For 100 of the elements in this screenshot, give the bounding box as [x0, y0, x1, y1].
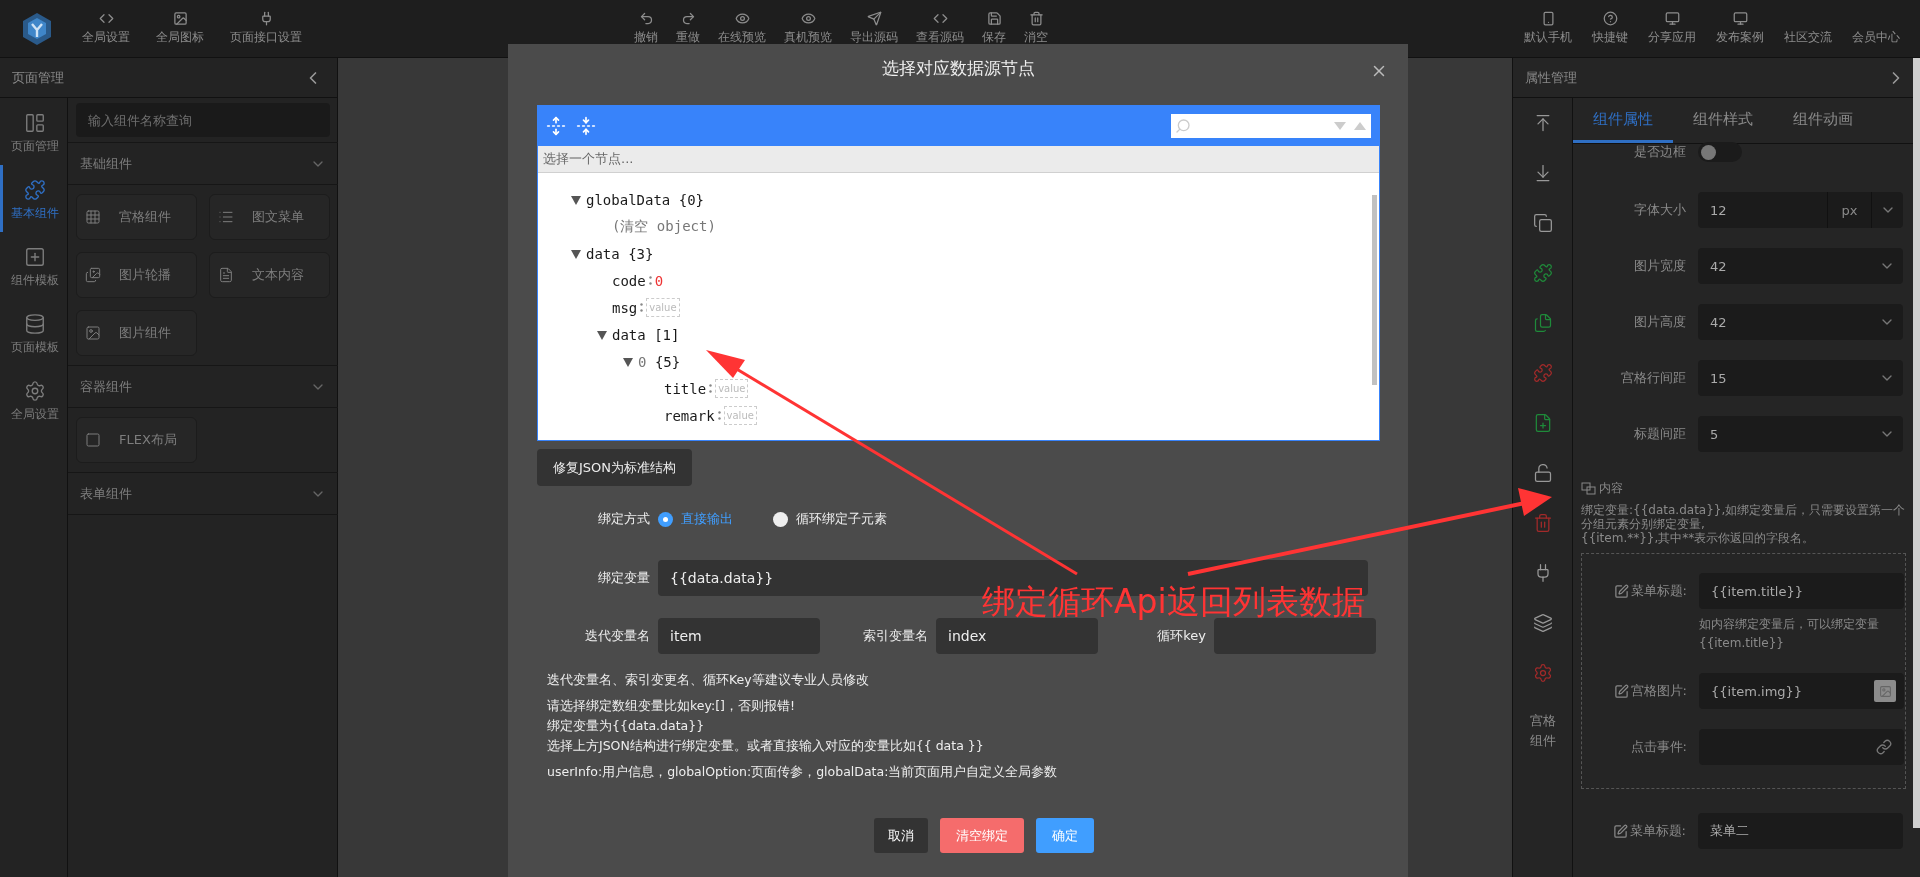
component-card[interactable]: FLEX布局 — [76, 417, 197, 463]
text-field[interactable]: 菜单二 — [1698, 813, 1903, 849]
files-icon[interactable] — [1532, 313, 1553, 333]
tab[interactable]: 组件样式 — [1673, 98, 1773, 143]
tree-key[interactable]: remark — [664, 407, 715, 424]
toolbar-button[interactable]: 全局图标 — [150, 11, 210, 46]
toolbar-button[interactable]: 快捷键 — [1586, 11, 1634, 46]
field-label: 宫格图片: — [1582, 682, 1687, 700]
rail-tab[interactable]: 基本组件 — [0, 165, 67, 232]
dialog-button[interactable]: 取消 — [874, 818, 928, 853]
tree-summary: {0} — [678, 191, 705, 208]
monitor-icon — [1664, 11, 1680, 26]
search-field[interactable] — [1171, 114, 1371, 138]
search-field[interactable]: 输入组件名称查询 — [76, 103, 330, 137]
edit-icon — [1612, 823, 1628, 839]
select-field[interactable]: 12 px — [1698, 192, 1903, 228]
layers-icon[interactable] — [1532, 613, 1553, 633]
radio-option[interactable]: 直接输出 — [658, 510, 733, 528]
tab[interactable]: 组件动画 — [1773, 98, 1873, 143]
tree-key[interactable]: globalData — [586, 191, 671, 208]
component-card[interactable]: 宫格组件 — [76, 194, 197, 240]
collapse-all-icon[interactable] — [576, 116, 596, 136]
list-icon — [218, 209, 234, 225]
trash-icon[interactable] — [1532, 513, 1553, 533]
dialog-button[interactable]: 清空绑定 — [940, 818, 1024, 853]
toolbar-button[interactable]: 撤销 — [628, 11, 664, 46]
toolbar-button[interactable]: 导出源码 — [844, 11, 904, 46]
eye-icon — [734, 11, 750, 26]
help-note: 选择上方JSON结构进行绑定变量。或者直接输入对应的变量比如{{ data }} — [547, 737, 985, 755]
toolbar-button[interactable]: 全局设置 — [76, 11, 136, 46]
field-label: 标题间距 — [1633, 425, 1686, 443]
text-field[interactable]: {{item.title}} — [1699, 573, 1904, 609]
save-icon — [986, 11, 1002, 26]
tree-key[interactable]: 0 — [638, 353, 647, 370]
repair-json-button[interactable]: 修复JSON为标准结构 — [537, 449, 693, 486]
toolbar-button[interactable]: 查看源码 — [910, 11, 970, 46]
logo-icon[interactable] — [22, 11, 52, 46]
component-card[interactable]: 图片轮播 — [76, 252, 197, 298]
toolbar-button[interactable]: 保存 — [976, 11, 1012, 46]
puzzle-icon[interactable] — [1532, 263, 1553, 283]
help-note: 绑定变量为{{data.data}} — [547, 717, 706, 735]
toolbar-link[interactable]: 会员中心 — [1846, 11, 1906, 46]
input-field[interactable]: index — [936, 618, 1098, 654]
tree-key[interactable]: data — [586, 245, 620, 262]
database-icon — [24, 313, 46, 335]
settings-icon[interactable] — [1532, 663, 1553, 683]
expand-all-icon[interactable] — [546, 116, 566, 136]
image-icon — [172, 11, 188, 26]
square-icon — [85, 432, 101, 448]
toolbar-button[interactable]: 在线预览 — [712, 11, 772, 46]
tree-key[interactable]: title — [664, 380, 707, 397]
eye-icon — [800, 11, 816, 26]
toolbar-button[interactable]: 重做 — [670, 11, 706, 46]
component-card[interactable]: 文本内容 — [209, 252, 330, 298]
section-description: 绑定变量:{{data.data}},如绑定变量后，只需要设置第一个分组元素分别绑定变量, — [1581, 503, 1906, 531]
dialog-button[interactable]: 确定 — [1036, 818, 1094, 853]
tree-key[interactable]: data — [612, 326, 646, 343]
tree-key[interactable]: msg — [612, 299, 638, 316]
rail-tab[interactable]: 组件模板 — [0, 232, 67, 299]
tree-value[interactable]: 0 — [654, 272, 664, 289]
tab[interactable]: 组件属性 — [1573, 98, 1673, 143]
toolbar-button[interactable]: 真机预览 — [778, 11, 838, 46]
radio-option[interactable]: 循环绑定子元素 — [773, 510, 887, 528]
toolbar-link[interactable]: 社区交流 — [1778, 11, 1838, 46]
scrollbar[interactable] — [1372, 195, 1377, 385]
toggle-switch[interactable] — [1698, 142, 1742, 162]
toolbar-button[interactable]: 消空 — [1018, 11, 1054, 46]
field-label: 图片高度 — [1633, 313, 1686, 331]
node-path-bar: 选择一个节点... — [538, 146, 1379, 173]
unlock-icon[interactable] — [1532, 463, 1553, 483]
layout-icon — [24, 112, 46, 134]
rail-tab[interactable]: 全局设置 — [0, 366, 67, 433]
unit-select[interactable]: px — [1827, 192, 1871, 228]
input-field[interactable] — [1214, 618, 1376, 654]
image-field[interactable]: {{item.img}} — [1699, 673, 1904, 709]
tree-note: (清空 object) — [611, 217, 716, 236]
monitor-icon — [1732, 11, 1748, 26]
input-field[interactable]: item — [658, 618, 820, 654]
select-field[interactable]: 5 — [1698, 416, 1903, 452]
rail-tab[interactable]: 页面管理 — [0, 98, 67, 165]
rail-tab[interactable]: 页面模板 — [0, 299, 67, 366]
scrollbar[interactable] — [1913, 58, 1920, 828]
component-card[interactable]: 图片组件 — [76, 310, 197, 356]
select-field[interactable]: 42 — [1698, 248, 1903, 284]
link-field[interactable] — [1699, 729, 1904, 765]
copy-icon[interactable] — [1532, 213, 1553, 233]
toolbar-button[interactable]: 页面接口设置 — [224, 11, 308, 46]
toolbar-button[interactable]: 发布案例 — [1710, 11, 1770, 46]
tree-key[interactable]: code — [612, 272, 646, 289]
undo-icon — [638, 11, 654, 26]
puzzle-icon[interactable] — [1532, 363, 1553, 383]
component-card[interactable]: 图文菜单 — [209, 194, 330, 240]
edit-icon — [1613, 683, 1629, 699]
help-note: 请选择绑定数组变量比如key:[]，否则报错! — [547, 697, 796, 715]
select-field[interactable]: 15 — [1698, 360, 1903, 396]
select-field[interactable]: 42 — [1698, 304, 1903, 340]
field-label: 是否边框 — [1633, 143, 1686, 161]
toolbar-button[interactable]: 分享应用 — [1642, 11, 1702, 46]
toolbar-button[interactable]: 默认手机 — [1518, 11, 1578, 46]
panel-title: 页面管理 — [12, 68, 64, 87]
